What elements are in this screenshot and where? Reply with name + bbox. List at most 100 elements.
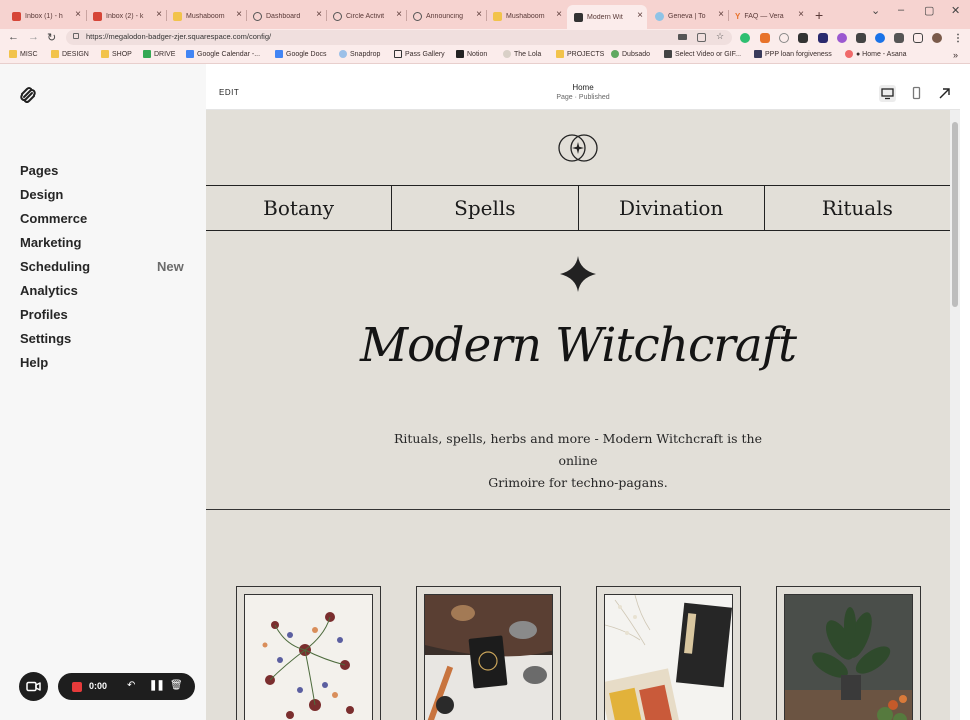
- bookmark-item[interactable]: Select Video or GIF...: [664, 50, 741, 58]
- bookmark-item[interactable]: PROJECTS: [556, 50, 604, 58]
- forward-icon[interactable]: →: [28, 31, 39, 43]
- sidebar-item-pages[interactable]: Pages: [20, 163, 58, 178]
- bookmark-item[interactable]: DRIVE: [143, 50, 175, 58]
- extension-icon[interactable]: [798, 33, 808, 43]
- browser-tab-active[interactable]: Modern Wit ×: [567, 5, 647, 29]
- puzzle-extensions-icon[interactable]: [894, 33, 904, 43]
- category-card[interactable]: [236, 586, 381, 720]
- video-camera-icon[interactable]: [678, 34, 687, 40]
- bookmark-label: PROJECTS: [567, 50, 605, 58]
- site-logo-icon[interactable]: [557, 129, 599, 167]
- pause-icon[interactable]: ❚❚: [149, 680, 165, 691]
- reload-icon[interactable]: ↻: [47, 31, 56, 44]
- bookmark-item[interactable]: Snapdrop: [339, 50, 380, 58]
- grammarly-extension-icon[interactable]: [740, 33, 750, 43]
- sidebar-item-profiles[interactable]: Profiles: [20, 307, 68, 322]
- bookmark-item[interactable]: MISC: [9, 50, 38, 58]
- category-card[interactable]: [416, 586, 561, 720]
- gmail-icon: [12, 11, 21, 21]
- new-tab-icon[interactable]: +: [815, 7, 823, 23]
- extension-icon[interactable]: [779, 33, 789, 43]
- close-icon[interactable]: ×: [396, 10, 402, 20]
- pressed-flowers-image: [244, 594, 373, 720]
- mobile-view-button[interactable]: [908, 85, 925, 102]
- record-stop-button[interactable]: [72, 682, 82, 692]
- extension-icon[interactable]: [875, 33, 885, 43]
- window-close-icon[interactable]: ✕: [951, 4, 960, 17]
- share-icon[interactable]: [697, 33, 706, 42]
- extension-icon[interactable]: [760, 33, 770, 43]
- sidebar-item-marketing[interactable]: Marketing: [20, 235, 81, 250]
- close-icon[interactable]: ×: [637, 11, 643, 21]
- circle-icon: [413, 11, 422, 21]
- site-nav-divination[interactable]: Divination: [579, 186, 765, 230]
- open-site-button[interactable]: [936, 85, 953, 102]
- bookmark-item[interactable]: ● Home - Asana: [845, 50, 907, 58]
- sidebar-item-design[interactable]: Design: [20, 187, 63, 202]
- sidebar-item-help[interactable]: Help: [20, 355, 48, 370]
- hero-title: Modern Witchcraft: [359, 318, 797, 373]
- browser-tab[interactable]: Geneva | To ×: [648, 6, 728, 26]
- preview-scrollbar[interactable]: [950, 110, 960, 720]
- extension-icon[interactable]: [837, 33, 847, 43]
- ycombinator-icon: Y: [735, 11, 741, 21]
- back-icon[interactable]: ←: [8, 31, 19, 43]
- browser-tab[interactable]: Inbox (2) - k ×: [86, 6, 166, 26]
- category-card[interactable]: [776, 586, 921, 720]
- browser-tab[interactable]: Inbox (1) - h ×: [5, 6, 85, 26]
- bookmark-item[interactable]: DESIGN: [51, 50, 89, 58]
- bookmark-item[interactable]: SHOP: [101, 50, 132, 58]
- close-icon[interactable]: ×: [156, 10, 162, 20]
- extension-icon[interactable]: [818, 33, 828, 43]
- browser-tab[interactable]: Dashboard ×: [246, 6, 326, 26]
- scrollbar-thumb[interactable]: [952, 122, 958, 307]
- sidebar-item-settings[interactable]: Settings: [20, 331, 71, 346]
- browser-tab-strip: Inbox (1) - h × Inbox (2) - k × Mushaboo…: [0, 0, 970, 29]
- sidepanel-icon[interactable]: [913, 33, 923, 43]
- site-nav-spells[interactable]: Spells: [392, 186, 579, 230]
- site-nav-rituals[interactable]: Rituals: [765, 186, 950, 230]
- bookmark-item[interactable]: Pass Gallery: [394, 50, 445, 58]
- close-icon[interactable]: ×: [236, 10, 242, 20]
- close-icon[interactable]: ×: [556, 10, 562, 20]
- flowers-illustration: [262, 612, 354, 719]
- profile-avatar[interactable]: [932, 33, 942, 43]
- browser-tab[interactable]: Announcing ×: [406, 6, 486, 26]
- undo-icon[interactable]: ↶: [127, 680, 135, 691]
- camera-button[interactable]: [19, 672, 48, 701]
- minimize-icon[interactable]: –: [898, 4, 904, 16]
- close-icon[interactable]: ×: [75, 10, 81, 20]
- browser-tab[interactable]: Mushaboom ×: [166, 6, 246, 26]
- apps-grid-icon[interactable]: [856, 33, 866, 43]
- bookmark-item[interactable]: Google Docs: [275, 50, 326, 58]
- close-icon[interactable]: ×: [476, 10, 482, 20]
- bookmark-item[interactable]: Google Calendar -...: [186, 50, 260, 58]
- hero-subtitle-line: Grimoire for techno-pagans.: [488, 475, 668, 490]
- sidebar-item-scheduling[interactable]: Scheduling: [20, 259, 90, 274]
- bookmark-item[interactable]: Notion: [456, 50, 487, 58]
- trash-icon[interactable]: 🗑: [170, 680, 183, 691]
- category-card[interactable]: [596, 586, 741, 720]
- bookmark-item[interactable]: Dubsado: [611, 50, 650, 58]
- sidebar-item-commerce[interactable]: Commerce: [20, 211, 87, 226]
- sidebar-item-analytics[interactable]: Analytics: [20, 283, 78, 298]
- close-icon[interactable]: ×: [718, 10, 724, 20]
- bookmark-item[interactable]: The Lola: [503, 50, 541, 58]
- desktop-view-button[interactable]: [879, 85, 896, 102]
- browser-tab[interactable]: Circle Activit ×: [326, 6, 406, 26]
- close-icon[interactable]: ×: [798, 10, 804, 20]
- bookmark-star-icon[interactable]: ☆: [716, 31, 725, 41]
- maximize-icon[interactable]: ▢: [924, 4, 934, 17]
- browser-tab[interactable]: Y FAQ — Vera ×: [728, 6, 808, 26]
- more-bookmarks-icon[interactable]: »: [953, 50, 958, 60]
- video-icon: [664, 50, 672, 58]
- close-icon[interactable]: ×: [316, 10, 322, 20]
- tab-search-icon[interactable]: ⌄: [871, 4, 880, 17]
- browser-menu-icon[interactable]: ⋮: [953, 33, 963, 44]
- squarespace-logo-icon[interactable]: [19, 86, 37, 104]
- bookmark-item[interactable]: PPP loan forgiveness: [754, 50, 832, 58]
- browser-tab[interactable]: Mushaboom ×: [486, 6, 566, 26]
- site-nav-botany[interactable]: Botany: [206, 186, 393, 230]
- address-bar[interactable]: https://megalodon-badger-zjer.squarespac…: [66, 30, 732, 45]
- docs-icon: [275, 50, 283, 58]
